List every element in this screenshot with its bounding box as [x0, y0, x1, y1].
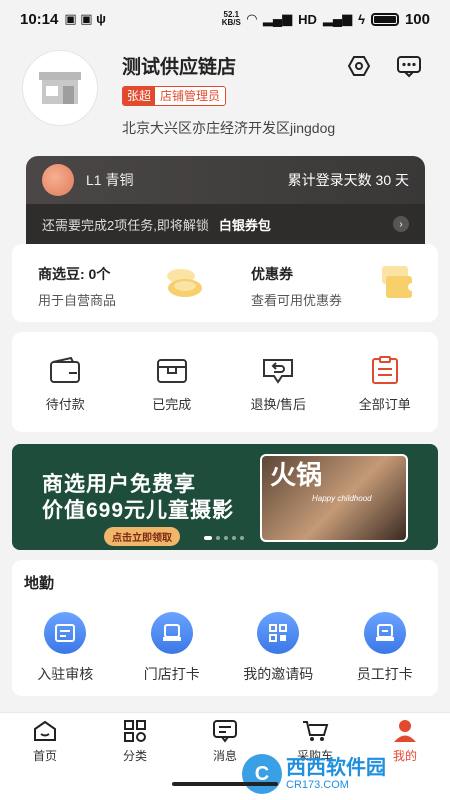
store-icon	[39, 72, 81, 104]
tab-category[interactable]: 分类	[90, 713, 180, 800]
message-icon	[213, 720, 237, 743]
tab-label: 分类	[122, 749, 147, 763]
wifi-icon: ◠	[246, 11, 257, 26]
member-task-text: 还需要完成2项任务,即将解锁	[42, 217, 209, 233]
battery-icon	[370, 12, 399, 26]
chevron-right-icon[interactable]: ›	[393, 216, 409, 232]
order-label: 退换/售后	[250, 397, 307, 412]
message-center-icon[interactable]	[396, 53, 422, 79]
tab-label: 首页	[32, 749, 57, 763]
home-icon	[34, 720, 56, 741]
shop-avatar[interactable]	[22, 50, 98, 126]
return-icon	[263, 359, 294, 384]
beans-icon	[167, 269, 202, 297]
banner-line2: 价值699元儿童摄影	[42, 499, 235, 522]
watermark-brand: 西西软件园	[286, 757, 386, 779]
orders-card: 待付款 已完成 退换/售后 全部订单	[12, 332, 438, 432]
signal-icon-2: ▂▄▆	[322, 11, 353, 26]
battery-level: 100	[404, 10, 430, 28]
status-bar: 10:14 ▣ ▣ ψ 52.1 KB/S ◠ ▂▄▆ HD ▂▄▆ ϟ 100	[0, 0, 450, 38]
field-item-label: 入驻审核	[37, 666, 94, 682]
tab-label: 消息	[212, 749, 237, 763]
field-item-label: 员工打卡	[356, 666, 413, 682]
banner-photo: 火锅 Happy childhood	[260, 454, 408, 542]
profile-header: 测试供应链店 张超 店铺管理员 北京大兴区亦庄经济开发区jingdog	[0, 38, 450, 158]
box-icon	[156, 359, 187, 383]
banner-cta-button[interactable]: 点击立即领取	[104, 527, 180, 546]
user-role: 店铺管理员	[155, 87, 226, 105]
watermark-site: CR173.COM	[286, 779, 349, 791]
order-label: 待付款	[45, 397, 85, 412]
order-label: 已完成	[152, 397, 192, 412]
signal-icon: ▂▄▆	[262, 11, 293, 26]
net-speed: 52.1 KB/S	[222, 11, 241, 27]
order-all[interactable]: 全部订单	[332, 332, 439, 432]
cart-icon	[303, 721, 329, 741]
banner-photo-title: 火锅	[270, 460, 323, 490]
tab-home[interactable]: 首页	[0, 713, 90, 800]
order-completed[interactable]: 已完成	[119, 332, 226, 432]
member-task-row[interactable]: 还需要完成2项任务,即将解锁 白银券包 ›	[26, 204, 425, 244]
profile-icon	[394, 720, 416, 742]
watermark-logo: C	[242, 754, 282, 794]
banner-pagination	[204, 536, 244, 540]
field-item-label: 我的邀请码	[243, 666, 314, 682]
shop-name: 测试供应链店	[122, 57, 237, 78]
member-level: L1 青铜	[86, 172, 134, 188]
order-after-sales[interactable]: 退换/售后	[225, 332, 332, 432]
staff-checkin-icon	[363, 612, 406, 654]
staff-checkin-button[interactable]: 员工打卡	[332, 612, 439, 684]
order-list-icon	[371, 356, 398, 384]
category-icon	[124, 720, 146, 742]
assets-card: 商选豆: 0个 用于自营商品 优惠券 查看可用优惠券	[12, 244, 438, 322]
home-indicator	[172, 782, 278, 786]
invite-code-button[interactable]: 我的邀请码	[225, 612, 332, 684]
field-service-card: 地勤 入驻审核 门店打卡 我的邀请码 员工打卡	[12, 560, 438, 696]
promo-banner[interactable]: 商选用户免费享 价值699元儿童摄影 点击立即领取 火锅 Happy child…	[12, 444, 438, 550]
beans-item[interactable]: 商选豆: 0个 用于自营商品	[12, 244, 225, 322]
hd-icon: HD	[298, 11, 317, 27]
net-speed-unit: KB/S	[221, 18, 241, 27]
status-time: 10:14	[20, 10, 59, 28]
order-pending-payment[interactable]: 待付款	[12, 332, 119, 432]
login-days: 累计登录天数 30 天	[287, 172, 409, 188]
shop-address: 北京大兴区亦庄经济开发区jingdog	[122, 120, 336, 136]
user-name: 张超	[123, 87, 156, 105]
notification-icon: ▣ ▣ ψ	[64, 11, 106, 26]
qrcode-icon	[257, 612, 300, 654]
member-card[interactable]: L1 青铜 累计登录天数 30 天 还需要完成2项任务,即将解锁 白银券包 ›	[26, 156, 425, 244]
wallet-icon	[50, 356, 81, 383]
field-service-title: 地勤	[24, 575, 55, 592]
review-icon	[44, 612, 87, 654]
order-label: 全部订单	[358, 397, 411, 412]
member-level-icon	[42, 164, 74, 196]
entry-review-button[interactable]: 入驻审核	[12, 612, 119, 684]
store-checkin-icon	[150, 612, 193, 654]
charging-icon: ϟ	[358, 11, 365, 27]
role-badge: 张超 店铺管理员	[122, 86, 227, 106]
store-checkin-button[interactable]: 门店打卡	[119, 612, 226, 684]
banner-photo-caption: Happy childhood	[312, 494, 372, 503]
settings-icon[interactable]	[346, 53, 372, 79]
coupon-item[interactable]: 优惠券 查看可用优惠券	[225, 244, 438, 322]
field-item-label: 门店打卡	[143, 666, 200, 682]
coupon-icon	[382, 266, 416, 298]
watermark: C 西西软件园 CR173.COM	[242, 752, 442, 796]
member-reward: 白银券包	[218, 217, 271, 233]
